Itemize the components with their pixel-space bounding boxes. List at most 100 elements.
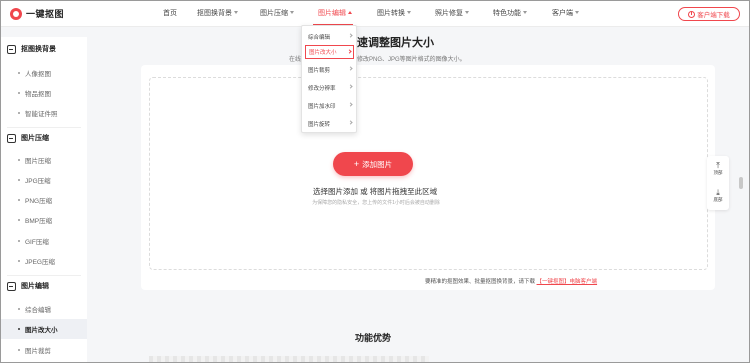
chevron-right-icon <box>348 120 353 125</box>
chevron-right-icon <box>348 66 353 71</box>
nav-item-label: 客户端 <box>552 10 573 17</box>
menu-item-resize[interactable]: 图片改大小 <box>305 45 354 59</box>
sidebar-item-resize[interactable]: 图片改大小 <box>1 319 87 339</box>
client-download-button[interactable]: 客户端下载 <box>678 7 740 21</box>
nav-item-restore[interactable]: 照片修复 <box>435 1 469 27</box>
chevron-down-icon <box>407 11 411 14</box>
sidebar-item-label: PNG压缩 <box>25 198 53 205</box>
chevron-right-icon <box>348 102 353 107</box>
app-window: 一键抠图 首页 抠图换背景 图片压缩 图片编辑 图片转换 照片修复 特色功能 客… <box>0 0 750 363</box>
sidebar-item-label: 人像抠图 <box>25 71 51 78</box>
nav-item-cutout[interactable]: 抠图换背景 <box>197 1 238 27</box>
chevron-right-icon <box>348 84 353 89</box>
nav-item-features[interactable]: 特色功能 <box>493 1 527 27</box>
nav-item-label: 图片转换 <box>377 10 405 17</box>
download-icon <box>688 10 696 18</box>
section-title: 图片压缩 <box>21 135 49 142</box>
drop-hint: 选择图片添加 或 将图片拖拽至此区域 <box>313 187 438 196</box>
menu-item-crop[interactable]: 图片裁剪 <box>305 63 354 77</box>
sidebar-item-portrait-cutout[interactable]: 人像抠图 <box>1 63 87 83</box>
upload-dropzone[interactable] <box>149 77 708 270</box>
image-icon <box>7 44 16 54</box>
scroll-bottom-label: 底部 <box>713 197 723 202</box>
chevron-right-icon <box>347 49 352 54</box>
menu-item-rotate[interactable]: 图片旋转 <box>305 117 354 131</box>
chevron-down-icon <box>575 11 579 14</box>
menu-item-watermark[interactable]: 图片加水印 <box>305 99 354 113</box>
menu-item-label: 图片改大小 <box>309 50 337 56</box>
sidebar-item-image-compress[interactable]: 图片压缩 <box>1 150 87 170</box>
menu-item-resolution[interactable]: 修改分辨率 <box>305 81 354 95</box>
sidebar-item-gif-compress[interactable]: GIF压缩 <box>1 231 87 251</box>
sidebar-item-general-edit[interactable]: 综合编辑 <box>1 299 87 319</box>
client-download-link[interactable]: 【一键抠图】电脑客户端 <box>537 279 598 285</box>
features-heading: 功能优势 <box>355 333 392 343</box>
logo-icon <box>10 7 22 20</box>
menu-item-general-edit[interactable]: 综合编辑 <box>305 30 354 44</box>
page-subtitle: 修改PNG、JPG等图片格式的图像大小。 <box>357 57 466 63</box>
nav-item-label: 照片修复 <box>435 10 463 17</box>
edit-image-icon <box>7 281 16 291</box>
compress-icon <box>7 133 16 143</box>
menu-item-label: 图片旋转 <box>308 122 331 128</box>
sidebar-item-crop[interactable]: 图片裁剪 <box>1 340 87 360</box>
sidebar-item-label: 图片改大小 <box>25 327 58 334</box>
client-promo-note: 要精准的抠图效果、批量抠图换背景，请下载 【一键抠图】电脑客户端 <box>425 277 597 285</box>
chevron-right-icon <box>348 33 353 38</box>
sidebar-item-label: JPEG压缩 <box>25 259 55 266</box>
sidebar-section-cutout[interactable]: 抠图换背景 <box>7 38 85 60</box>
sidebar-item-label: BMP压缩 <box>25 218 53 225</box>
plus-icon: + <box>353 158 360 169</box>
chevron-down-icon <box>234 11 238 14</box>
menu-item-label: 图片裁剪 <box>308 68 331 74</box>
sidebar-section-edit[interactable]: 图片编辑 <box>7 275 85 297</box>
nav-item-compress[interactable]: 图片压缩 <box>260 1 294 27</box>
scroll-top-button[interactable]: ⤒ 顶部 <box>707 156 729 182</box>
chevron-up-icon <box>348 11 352 14</box>
menu-item-label: 综合编辑 <box>308 35 331 41</box>
nav-item-label: 抠图换背景 <box>197 10 232 17</box>
promo-text: 要精准的抠图效果、批量抠图换背景，请下载 <box>425 279 536 285</box>
logo[interactable]: 一键抠图 <box>10 7 64 20</box>
nav-item-home[interactable]: 首页 <box>163 1 177 27</box>
privacy-notice: 为保障您的隐私安全，您上传的文件1小时后会被自动删除 <box>312 200 440 206</box>
feature-preview-strip <box>149 356 429 362</box>
sidebar-item-png-compress[interactable]: PNG压缩 <box>1 190 87 210</box>
chevron-down-icon <box>465 11 469 14</box>
sidebar-item-object-cutout[interactable]: 物品抠图 <box>1 83 87 103</box>
nav-item-client[interactable]: 客户端 <box>552 1 579 27</box>
sidebar-item-label: JPG压缩 <box>25 178 51 185</box>
scroll-bottom-button[interactable]: ⤓ 底部 <box>707 183 729 209</box>
sidebar-item-label: GIF压缩 <box>25 239 49 246</box>
scroll-shortcut-widget: ⤒ 顶部 ⤓ 底部 <box>707 156 729 210</box>
sidebar-item-id-photo[interactable]: 智能证件照 <box>1 103 87 123</box>
sidebar-item-label: 综合编辑 <box>25 307 51 314</box>
nav-item-convert[interactable]: 图片转换 <box>377 1 411 27</box>
scroll-top-label: 顶部 <box>713 170 723 175</box>
edit-dropdown-menu: 综合编辑 图片改大小 图片裁剪 修改分辨率 图片加水印 图片旋转 <box>301 25 357 133</box>
sidebar-item-label: 图片裁剪 <box>25 348 51 355</box>
sidebar-item-bmp-compress[interactable]: BMP压缩 <box>1 210 87 230</box>
sidebar: 抠图换背景 人像抠图 物品抠图 智能证件照 图片压缩 图片压缩 JPG压缩 PN… <box>1 37 87 362</box>
arrow-down-icon: ⤓ <box>716 188 720 197</box>
sidebar-section-compress[interactable]: 图片压缩 <box>7 127 85 149</box>
chevron-down-icon <box>290 11 294 14</box>
chevron-down-icon <box>523 11 527 14</box>
sidebar-item-jpg-compress[interactable]: JPG压缩 <box>1 170 87 190</box>
section-title: 抠图换背景 <box>21 46 56 53</box>
page-scrollbar[interactable] <box>739 177 743 189</box>
sidebar-item-label: 图片压缩 <box>25 158 51 165</box>
page-title: 速调整图片大小 <box>357 37 434 49</box>
arrow-up-icon: ⤒ <box>716 161 720 170</box>
section-title: 图片编辑 <box>21 283 49 290</box>
nav-item-label: 特色功能 <box>493 10 521 17</box>
nav-item-label: 图片压缩 <box>260 10 288 17</box>
menu-item-label: 修改分辨率 <box>308 86 336 92</box>
sidebar-item-jpeg-compress[interactable]: JPEG压缩 <box>1 251 87 271</box>
add-image-button[interactable]: + 添加图片 <box>333 152 413 176</box>
sidebar-item-label: 物品抠图 <box>25 91 51 98</box>
nav-item-label: 首页 <box>163 10 177 17</box>
top-navigation-bar: 一键抠图 首页 抠图换背景 图片压缩 图片编辑 图片转换 照片修复 特色功能 客… <box>1 1 749 27</box>
logo-text: 一键抠图 <box>26 9 65 19</box>
download-label: 客户端下载 <box>697 12 730 19</box>
